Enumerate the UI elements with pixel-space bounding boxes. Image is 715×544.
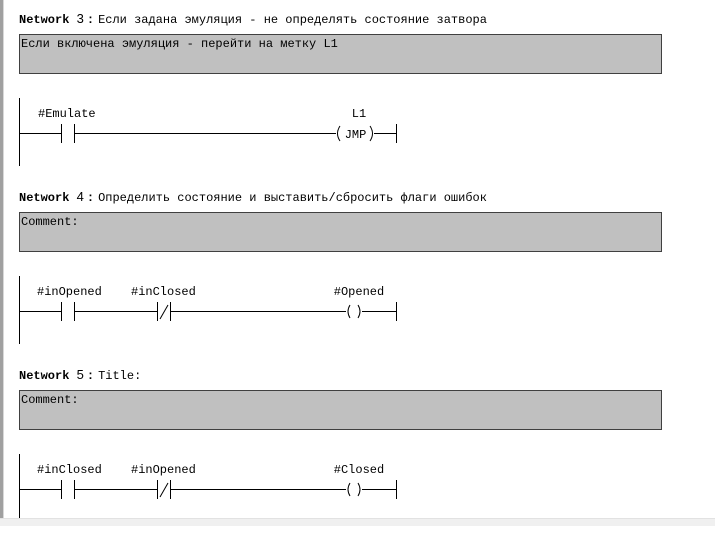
ladder-rung[interactable]: #inOpened #inClosed #Opened xyxy=(0,274,420,344)
network-title[interactable]: Network 5: Title: xyxy=(19,367,141,383)
network-3[interactable]: Network 3: Если задана эмуляция - не опре… xyxy=(0,10,715,188)
output-coil[interactable] xyxy=(347,482,361,497)
contact-no[interactable] xyxy=(61,302,75,321)
contact-operand[interactable]: #inOpened xyxy=(37,285,102,299)
contact-operand[interactable]: #Emulate xyxy=(38,107,96,121)
network-title[interactable]: Network 3: Если задана эмуляция - не опре… xyxy=(19,11,487,27)
network-comment[interactable]: Comment: xyxy=(19,212,662,252)
network-comment[interactable]: Comment: xyxy=(19,390,662,430)
network-title[interactable]: Network 4: Определить состояние и выстави… xyxy=(19,189,487,205)
contact-operand[interactable]: #inClosed xyxy=(37,463,102,477)
contact-operand[interactable]: #inOpened xyxy=(131,463,196,477)
network-4[interactable]: Network 4: Определить состояние и выстави… xyxy=(0,188,715,366)
contact-nc[interactable] xyxy=(157,480,171,499)
network-title-text[interactable]: Определить состояние и выставить/сбросит… xyxy=(98,191,487,205)
coil-text: JMP xyxy=(345,128,367,142)
contact-nc[interactable] xyxy=(157,302,171,321)
coil-operand[interactable]: #Opened xyxy=(334,285,384,299)
contact-operand[interactable]: #inClosed xyxy=(131,285,196,299)
network-title-text[interactable]: Если задана эмуляция - не определять сос… xyxy=(98,13,487,27)
contact-no[interactable] xyxy=(61,480,75,499)
ladder-rung[interactable]: #inClosed #inOpened #Closed xyxy=(0,452,420,522)
output-coil[interactable] xyxy=(347,304,361,319)
network-comment[interactable]: Если включена эмуляция - перейти на метк… xyxy=(19,34,662,74)
network-title-text[interactable]: Title: xyxy=(98,369,141,383)
coil-operand[interactable]: #Closed xyxy=(334,463,384,477)
contact-no[interactable] xyxy=(61,124,75,143)
coil-operand[interactable]: L1 xyxy=(352,107,366,121)
ladder-rung[interactable]: #Emulate JMP L1 xyxy=(0,96,420,166)
